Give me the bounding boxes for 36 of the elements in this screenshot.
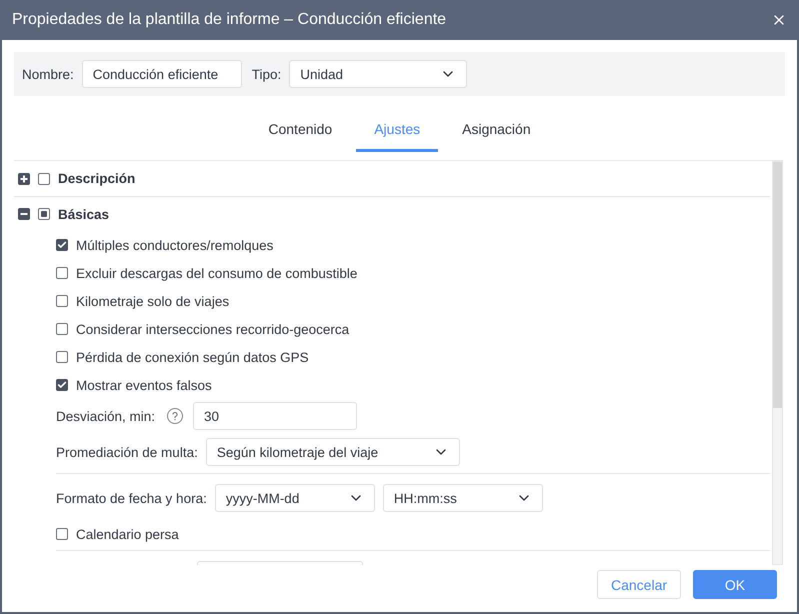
checkbox[interactable] <box>56 295 68 307</box>
field-label: Formato de fecha y hora: <box>56 490 207 506</box>
checkbox[interactable] <box>56 267 68 279</box>
checkbox-label: Mostrar eventos falsos <box>76 378 212 392</box>
help-icon[interactable] <box>167 408 184 424</box>
checkbox[interactable] <box>56 379 68 391</box>
checkbox-label: Considerar intersecciones recorrido-geocerca <box>76 322 350 336</box>
checkbox[interactable] <box>56 239 68 251</box>
checkbox-label: Múltiples conductores/remolques <box>76 238 274 252</box>
field-label: Promediación de multa: <box>56 444 198 460</box>
tab[interactable]: Contenido <box>250 108 350 152</box>
checkbox[interactable] <box>56 323 68 335</box>
field-label: Desviación, min: <box>56 408 156 424</box>
window-title: Propiedades de la plantilla de informe – Conducción eficiente <box>12 11 446 29</box>
expand-icon[interactable] <box>18 172 30 184</box>
checkbox[interactable] <box>38 172 50 184</box>
collapse-icon[interactable] <box>18 208 30 220</box>
checkbox-label: Excluir descargas del consumo de combustible <box>76 266 358 280</box>
checkbox-label: Pérdida de conexión según datos GPS <box>76 350 309 364</box>
field-label: Nombre: <box>22 66 74 82</box>
number-field[interactable]: 30 <box>193 402 358 430</box>
checkbox-label: Kilometraje solo de viajes <box>76 294 230 308</box>
dropdown[interactable]: Según kilometraje del viaje <box>206 438 460 466</box>
checkbox[interactable] <box>38 208 50 220</box>
type-dropdown[interactable]: Unidad <box>289 60 468 88</box>
checkbox[interactable] <box>56 351 68 363</box>
dropdown[interactable]: HH:mm:ss <box>382 484 543 512</box>
tab[interactable]: Asignación <box>444 108 549 152</box>
field-label: Tipo: <box>252 66 282 82</box>
scrollbar[interactable] <box>772 161 783 565</box>
checkbox-label: Calendario persa <box>76 526 179 542</box>
section-title: Básicas <box>58 206 110 222</box>
checkbox[interactable] <box>56 528 68 540</box>
name-field[interactable]: Conducción eficiente <box>82 60 242 88</box>
dropdown[interactable]: yyyy-MM-dd <box>214 484 375 512</box>
section-title: Descripción <box>58 171 136 186</box>
